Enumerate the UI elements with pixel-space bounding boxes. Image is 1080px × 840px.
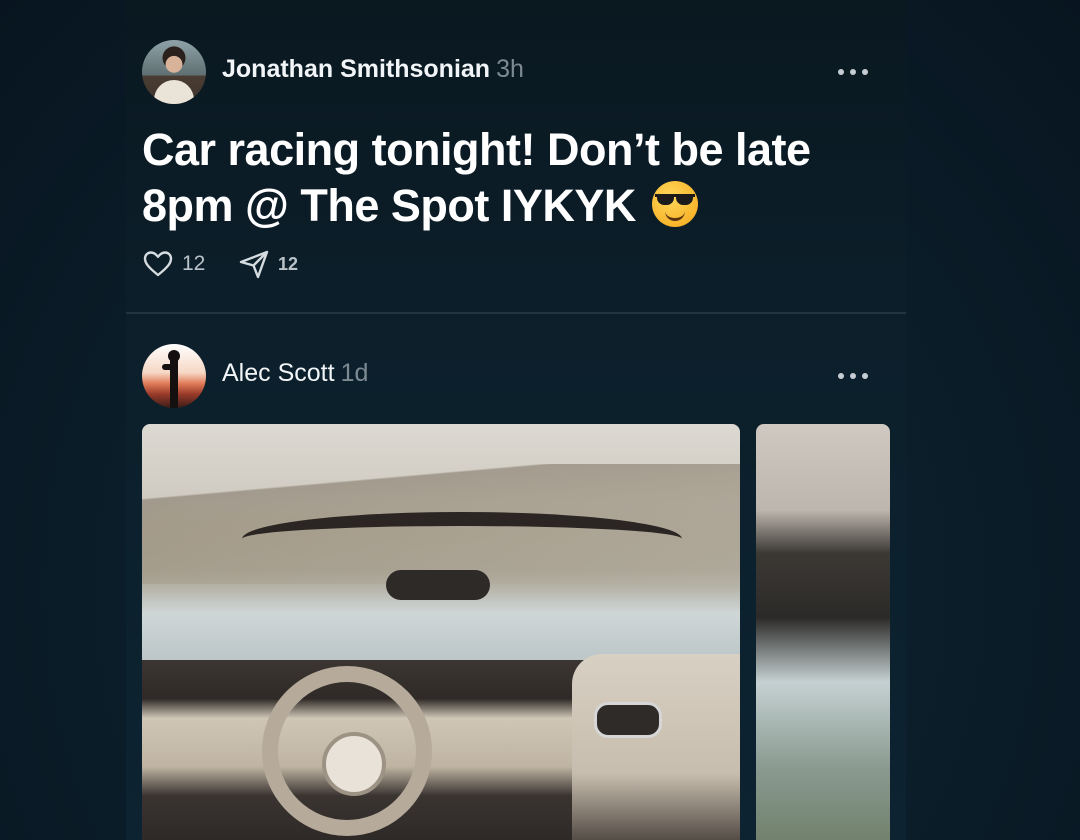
post-image[interactable] — [756, 424, 890, 840]
post-text-line: Car racing tonight! Don’t be late — [142, 124, 811, 175]
app-page: Jonathan Smithsonian 3h Car racing tonigh… — [0, 0, 1080, 840]
avatar-figure — [154, 80, 194, 104]
share-count: 12 — [278, 253, 299, 274]
avatar[interactable] — [142, 40, 206, 104]
feed: Jonathan Smithsonian 3h Car racing tonigh… — [126, 0, 906, 840]
heart-icon — [143, 251, 173, 277]
send-icon — [239, 250, 269, 279]
author-name[interactable]: Jonathan Smithsonian — [222, 55, 490, 83]
more-icon[interactable] — [836, 366, 872, 386]
post-card: Jonathan Smithsonian 3h Car racing tonigh… — [126, 0, 906, 314]
post-text-line: 8pm @ The Spot IYKYK — [142, 178, 862, 234]
share-button[interactable]: 12 — [238, 248, 298, 280]
like-button[interactable]: 12 — [142, 248, 205, 280]
post-text: Car racing tonight! Don’t be late 8pm @ … — [142, 122, 862, 234]
post-author[interactable]: Jonathan Smithsonian 3h — [222, 55, 524, 84]
post-image[interactable] — [142, 424, 740, 840]
post-time: 1d — [340, 359, 369, 387]
author-name[interactable]: Alec Scott — [222, 359, 335, 387]
avatar[interactable] — [142, 344, 206, 408]
sunglasses-emoji-icon — [651, 181, 698, 227]
like-count: 12 — [182, 252, 206, 275]
post-time: 3h — [496, 55, 524, 83]
post-author[interactable]: Alec Scott 1d — [222, 359, 368, 388]
more-icon[interactable] — [836, 62, 872, 82]
